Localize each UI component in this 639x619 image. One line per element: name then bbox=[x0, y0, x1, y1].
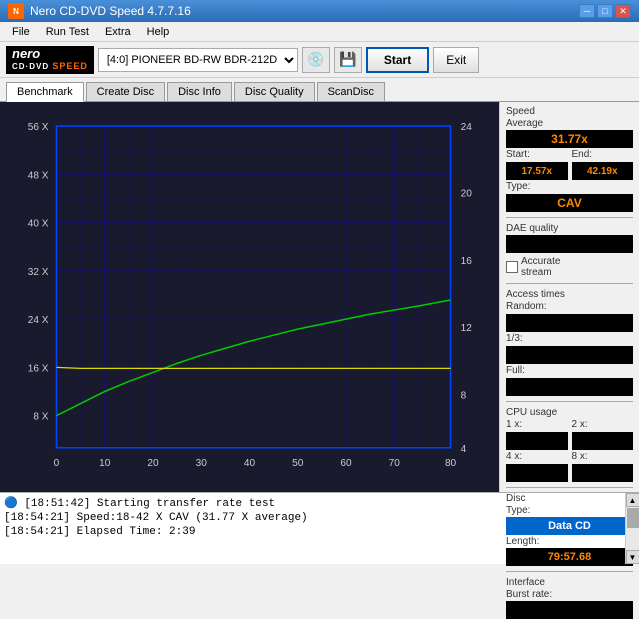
app-icon: N bbox=[8, 3, 24, 19]
svg-text:80: 80 bbox=[445, 458, 457, 469]
svg-text:16: 16 bbox=[461, 256, 473, 267]
svg-text:20: 20 bbox=[461, 188, 473, 199]
minimize-button[interactable]: ─ bbox=[579, 4, 595, 18]
accurate-stream-checkbox[interactable] bbox=[506, 261, 518, 273]
nero-logo: nero CD·DVD SPEED bbox=[6, 46, 94, 74]
menu-bar: File Run Test Extra Help bbox=[0, 22, 639, 42]
svg-text:20: 20 bbox=[147, 458, 159, 469]
log-line-1: 🔵 [18:51:42] Starting transfer rate test bbox=[4, 495, 621, 511]
svg-text:4: 4 bbox=[461, 444, 467, 455]
accurate-stream-row: Accuratestream bbox=[506, 256, 633, 278]
speed-section: Speed Average 31.77x Start: 17.57x End: … bbox=[506, 106, 633, 212]
start-label: Start: bbox=[506, 149, 568, 160]
svg-text:12: 12 bbox=[461, 323, 473, 334]
burst-value bbox=[506, 601, 633, 619]
disc-icon-button[interactable]: 💿 bbox=[302, 47, 330, 73]
dae-label: DAE quality bbox=[506, 223, 633, 234]
svg-text:32 X: 32 X bbox=[28, 267, 49, 278]
log-line-3: [18:54:21] Elapsed Time: 2:39 bbox=[4, 525, 621, 539]
svg-text:40: 40 bbox=[244, 458, 256, 469]
cpu8x-label: 8 x: bbox=[572, 451, 634, 462]
chart-area: 56 X 48 X 40 X 32 X 24 X 16 X 8 X 24 20 … bbox=[0, 102, 499, 492]
cpu4x-value bbox=[506, 464, 568, 482]
menu-help[interactable]: Help bbox=[139, 24, 178, 40]
log-area: 🔵 [18:51:42] Starting transfer rate test… bbox=[0, 492, 639, 564]
maximize-button[interactable]: □ bbox=[597, 4, 613, 18]
tab-disc-quality[interactable]: Disc Quality bbox=[234, 82, 315, 101]
svg-text:8 X: 8 X bbox=[33, 412, 48, 423]
average-value: 31.77x bbox=[506, 130, 633, 148]
start-button[interactable]: Start bbox=[366, 47, 429, 73]
type-label: Type: bbox=[506, 181, 633, 192]
svg-text:70: 70 bbox=[389, 458, 401, 469]
tab-disc-info[interactable]: Disc Info bbox=[167, 82, 232, 101]
dae-section: DAE quality Accuratestream bbox=[506, 223, 633, 278]
cpu-section: CPU usage 1 x: 2 x: 4 x: 8 x: bbox=[506, 407, 633, 482]
svg-text:30: 30 bbox=[196, 458, 208, 469]
log-line-2: [18:54:21] Speed:18-42 X CAV (31.77 X av… bbox=[4, 511, 621, 525]
access-times-section: Access times Random: 1/3: Full: bbox=[506, 289, 633, 396]
end-value: 42.19x bbox=[572, 162, 634, 180]
tab-scan-disc[interactable]: ScanDisc bbox=[317, 82, 385, 101]
svg-text:16 X: 16 X bbox=[28, 363, 49, 374]
svg-text:24: 24 bbox=[461, 122, 473, 133]
exit-button[interactable]: Exit bbox=[433, 47, 479, 73]
scroll-down-button[interactable]: ▼ bbox=[626, 550, 639, 564]
svg-text:0: 0 bbox=[54, 458, 60, 469]
start-value: 17.57x bbox=[506, 162, 568, 180]
drive-selector[interactable]: [4:0] PIONEER BD-RW BDR-212D 1.00 bbox=[98, 48, 298, 72]
right-panel: Speed Average 31.77x Start: 17.57x End: … bbox=[499, 102, 639, 492]
interface-label: Interface bbox=[506, 577, 633, 588]
menu-extra[interactable]: Extra bbox=[97, 24, 139, 40]
menu-run-test[interactable]: Run Test bbox=[38, 24, 97, 40]
title-bar: N Nero CD-DVD Speed 4.7.7.16 ─ □ ✕ bbox=[0, 0, 639, 22]
svg-text:56 X: 56 X bbox=[28, 122, 49, 133]
cpu1x-value bbox=[506, 432, 568, 450]
close-button[interactable]: ✕ bbox=[615, 4, 631, 18]
svg-text:48 X: 48 X bbox=[28, 170, 49, 181]
random-value bbox=[506, 314, 633, 332]
toolbar: nero CD·DVD SPEED [4:0] PIONEER BD-RW BD… bbox=[0, 42, 639, 78]
cpu2x-value bbox=[572, 432, 634, 450]
end-label: End: bbox=[572, 149, 634, 160]
svg-text:8: 8 bbox=[461, 391, 467, 402]
one-third-label: 1/3: bbox=[506, 333, 633, 344]
burst-label: Burst rate: bbox=[506, 589, 633, 600]
one-third-value bbox=[506, 346, 633, 364]
interface-section: Interface Burst rate: bbox=[506, 577, 633, 619]
scroll-up-button[interactable]: ▲ bbox=[626, 493, 639, 507]
svg-text:50: 50 bbox=[292, 458, 304, 469]
dae-value bbox=[506, 235, 633, 253]
title-bar-buttons[interactable]: ─ □ ✕ bbox=[579, 4, 631, 18]
accurate-label: Accuratestream bbox=[521, 256, 560, 278]
scroll-thumb[interactable] bbox=[627, 508, 639, 528]
tabs-bar: Benchmark Create Disc Disc Info Disc Qua… bbox=[0, 78, 639, 102]
full-value bbox=[506, 378, 633, 396]
tab-benchmark[interactable]: Benchmark bbox=[6, 82, 84, 102]
chart-svg: 56 X 48 X 40 X 32 X 24 X 16 X 8 X 24 20 … bbox=[4, 106, 495, 488]
cpu2x-label: 2 x: bbox=[572, 419, 634, 430]
svg-text:40 X: 40 X bbox=[28, 219, 49, 230]
speed-label: Speed bbox=[506, 106, 633, 117]
random-label: Random: bbox=[506, 301, 633, 312]
svg-text:10: 10 bbox=[99, 458, 111, 469]
type-value: CAV bbox=[506, 194, 633, 212]
menu-file[interactable]: File bbox=[4, 24, 38, 40]
cpu1x-label: 1 x: bbox=[506, 419, 568, 430]
title-bar-left: N Nero CD-DVD Speed 4.7.7.16 bbox=[8, 3, 191, 19]
tab-create-disc[interactable]: Create Disc bbox=[86, 82, 165, 101]
main-area: 56 X 48 X 40 X 32 X 24 X 16 X 8 X 24 20 … bbox=[0, 102, 639, 492]
save-icon-button[interactable]: 💾 bbox=[334, 47, 362, 73]
app-title: Nero CD-DVD Speed 4.7.7.16 bbox=[30, 4, 191, 18]
cpu8x-value bbox=[572, 464, 634, 482]
svg-text:24 X: 24 X bbox=[28, 315, 49, 326]
full-label: Full: bbox=[506, 365, 633, 376]
average-label: Average bbox=[506, 118, 633, 129]
access-times-label: Access times bbox=[506, 289, 633, 300]
cpu4x-label: 4 x: bbox=[506, 451, 568, 462]
cpu-label: CPU usage bbox=[506, 407, 633, 418]
svg-text:60: 60 bbox=[340, 458, 352, 469]
